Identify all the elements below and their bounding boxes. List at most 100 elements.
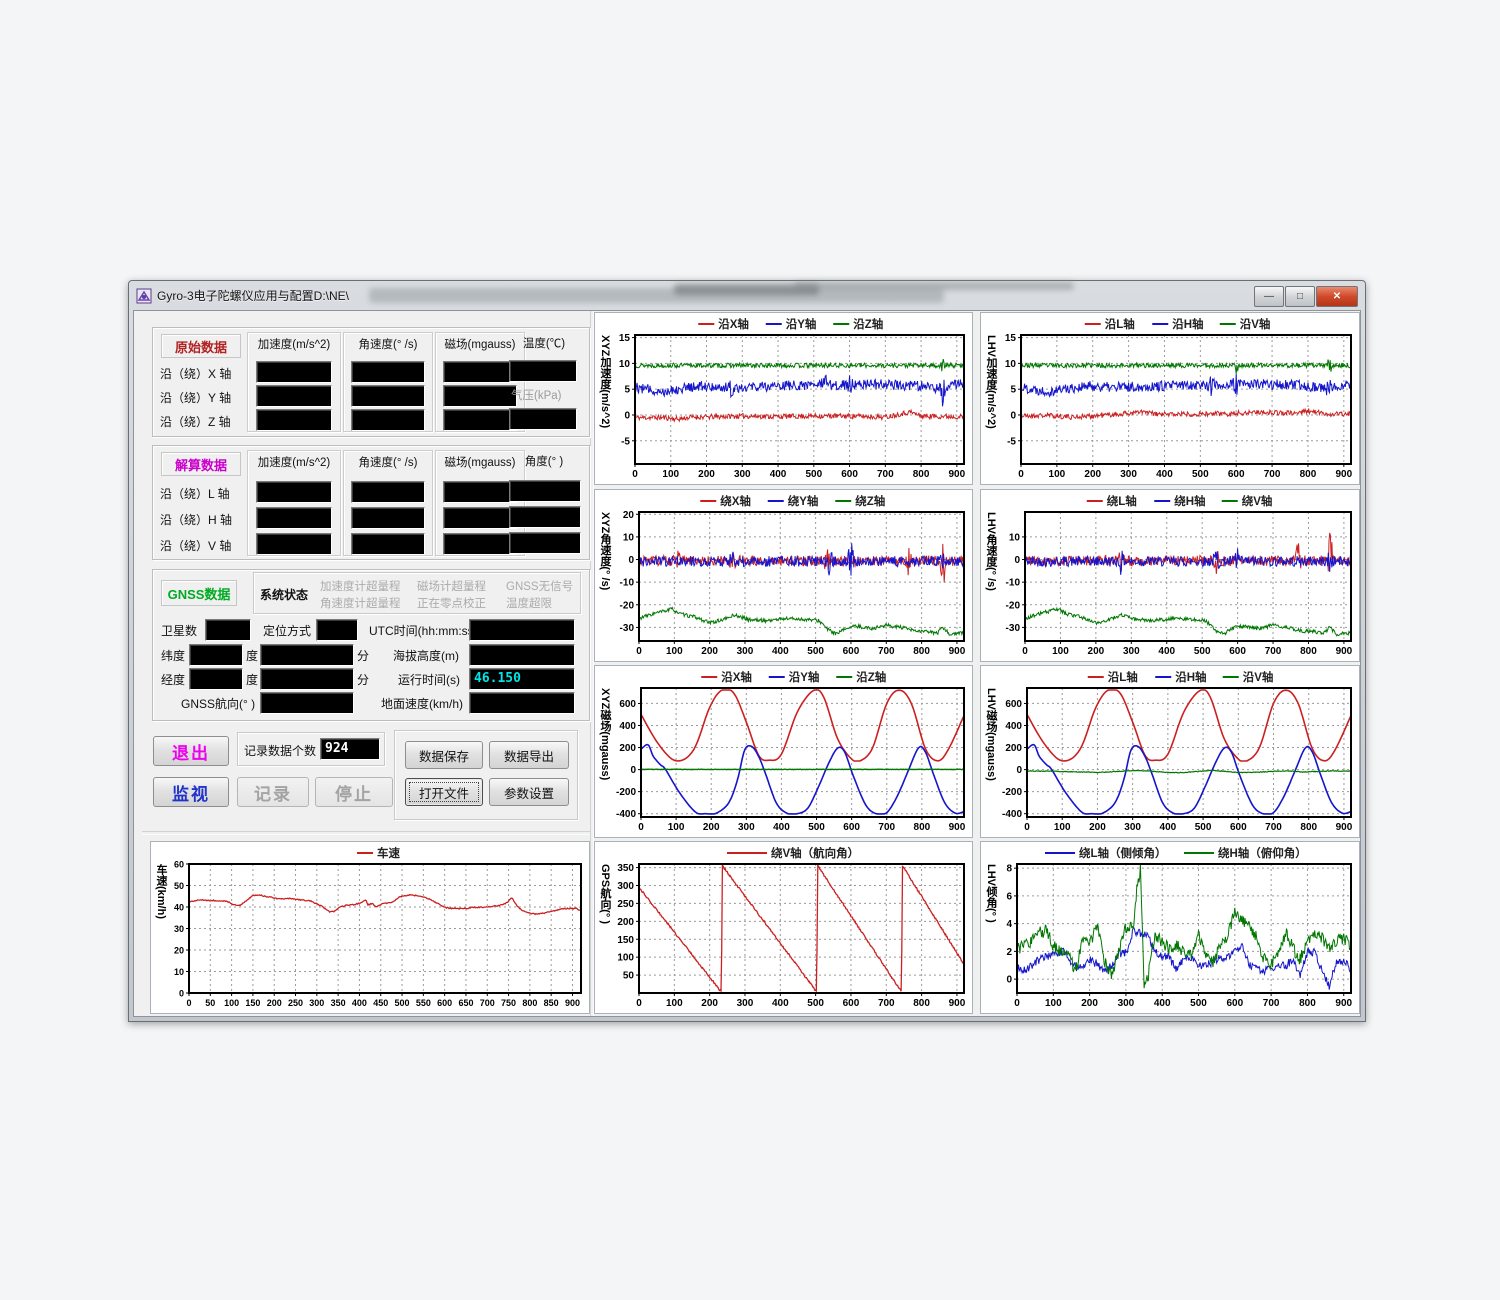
- horizontal-divider: [142, 831, 590, 835]
- minimize-button[interactable]: —: [1254, 286, 1284, 307]
- system-status-frame: 系统状态 加速度计超量程 磁场计超量程 GNSS无信号 角速度计超量程 正在零点…: [253, 572, 581, 614]
- svg-text:200: 200: [267, 998, 282, 1008]
- svg-text:-5: -5: [621, 436, 630, 447]
- y-axis-label: LHV倾角(° ): [983, 864, 999, 993]
- svg-text:600: 600: [619, 699, 636, 710]
- svg-text:50: 50: [623, 971, 635, 982]
- svg-text:-30: -30: [1006, 623, 1021, 634]
- svg-text:100: 100: [1049, 469, 1066, 480]
- altitude-value: [469, 644, 575, 666]
- window-title: Gyro-3电子陀螺仪应用与配置D:\NE\: [157, 287, 349, 304]
- svg-text:600: 600: [841, 469, 858, 480]
- svg-text:0: 0: [636, 998, 642, 1009]
- ground-speed-value: [469, 692, 575, 714]
- svg-text:0: 0: [638, 822, 644, 833]
- open-file-button[interactable]: 打开文件: [405, 778, 483, 806]
- svg-text:沿X轴: 沿X轴: [718, 317, 749, 331]
- save-data-button[interactable]: 数据保存: [405, 741, 483, 769]
- svg-text:350: 350: [617, 863, 634, 874]
- record-count-box: 924: [320, 738, 380, 760]
- close-button[interactable]: ✕: [1316, 286, 1358, 307]
- stop-button[interactable]: 停止: [315, 777, 393, 807]
- monitor-button[interactable]: 监视: [153, 777, 229, 807]
- title-blur-region: [794, 282, 1074, 290]
- svg-text:20: 20: [623, 510, 635, 521]
- svg-text:0: 0: [624, 410, 630, 421]
- svg-text:300: 300: [737, 998, 754, 1009]
- calc-gyro-h-value: [351, 507, 425, 529]
- svg-text:500: 500: [1192, 469, 1209, 480]
- raw-gyro-y-value: [351, 385, 425, 407]
- svg-text:10: 10: [174, 967, 184, 977]
- svg-text:500: 500: [1195, 822, 1212, 833]
- svg-text:300: 300: [1124, 822, 1141, 833]
- exit-button[interactable]: 退出: [153, 736, 229, 766]
- svg-text:900: 900: [949, 646, 966, 657]
- longitude-min-value: [260, 668, 354, 690]
- record-count-value: 924: [325, 741, 348, 756]
- calc-angle-v-value: [509, 532, 581, 554]
- svg-text:650: 650: [458, 998, 473, 1008]
- fix-mode-label: 定位方式: [263, 622, 311, 639]
- svg-text:500: 500: [807, 998, 824, 1009]
- maximize-button[interactable]: □: [1285, 286, 1315, 307]
- svg-text:200: 200: [617, 917, 634, 928]
- svg-text:900: 900: [1336, 822, 1353, 833]
- svg-text:沿L轴: 沿L轴: [1108, 670, 1138, 684]
- calc-row-h-label: 沿（绕）H 轴: [160, 511, 232, 528]
- svg-text:沿V轴: 沿V轴: [1243, 670, 1274, 684]
- svg-text:-400: -400: [616, 809, 636, 820]
- svg-text:50: 50: [174, 881, 184, 891]
- svg-text:0: 0: [630, 765, 636, 776]
- svg-text:沿V轴: 沿V轴: [1240, 317, 1271, 331]
- status-temp-overlimit: 温度超限: [506, 595, 552, 611]
- client-area: 原始数据 沿（绕）X 轴 沿（绕）Y 轴 沿（绕）Z 轴 加速度(m/s^2) …: [133, 310, 1361, 1017]
- svg-text:沿Z轴: 沿Z轴: [856, 670, 886, 684]
- svg-text:300: 300: [1120, 469, 1137, 480]
- fix-mode-value: [316, 619, 358, 641]
- svg-text:5: 5: [624, 385, 630, 396]
- calc-gyro-column: 角速度(° /s): [343, 450, 433, 556]
- y-axis-label: 车速(km/h): [153, 864, 169, 993]
- raw-row-y-label: 沿（绕）Y 轴: [160, 389, 231, 406]
- svg-text:700: 700: [1264, 469, 1281, 480]
- svg-text:300: 300: [738, 822, 755, 833]
- svg-text:600: 600: [1230, 822, 1247, 833]
- svg-text:400: 400: [773, 822, 790, 833]
- export-data-button[interactable]: 数据导出: [489, 741, 569, 769]
- svg-text:400: 400: [770, 469, 787, 480]
- svg-text:900: 900: [565, 998, 580, 1008]
- utc-time-label: UTC时间(hh:mm:ss): [369, 622, 478, 639]
- calc-angle-l-value: [509, 480, 581, 502]
- gnss-heading-value: [260, 692, 354, 714]
- param-settings-button[interactable]: 参数设置: [489, 778, 569, 806]
- calc-row-v-label: 沿（绕）V 轴: [160, 537, 231, 554]
- record-count-label: 记录数据个数: [244, 742, 316, 759]
- svg-text:0: 0: [1010, 410, 1016, 421]
- y-axis-label: LHV角速度(° /s): [983, 512, 999, 641]
- svg-text:400: 400: [352, 998, 367, 1008]
- file-buttons-frame: 数据保存 数据导出 打开文件 参数设置: [394, 730, 578, 820]
- svg-text:200: 200: [701, 998, 718, 1009]
- svg-text:0: 0: [1018, 469, 1024, 480]
- svg-text:15: 15: [1005, 333, 1017, 344]
- satellite-count-value: [205, 619, 251, 641]
- chart-xyz-gyro: 010020030040050060070080090020100-10-20-…: [594, 489, 973, 662]
- longitude-deg-value: [189, 668, 243, 690]
- svg-text:0: 0: [1014, 555, 1020, 566]
- y-axis-label: GPS航向(° ): [597, 864, 613, 993]
- chart-xyz-accel: 0100200300400500600700800900151050-5沿X轴沿…: [594, 312, 973, 485]
- raw-data-group: 原始数据 沿（绕）X 轴 沿（绕）Y 轴 沿（绕）Z 轴 加速度(m/s^2) …: [152, 327, 590, 437]
- svg-text:700: 700: [878, 998, 895, 1009]
- svg-text:沿H轴: 沿H轴: [1172, 317, 1203, 331]
- temp-value: [509, 360, 577, 382]
- gnss-data-label: GNSS数据: [161, 580, 237, 606]
- svg-text:-200: -200: [1002, 787, 1022, 798]
- svg-text:800: 800: [914, 822, 931, 833]
- titlebar[interactable]: Gyro-3电子陀螺仪应用与配置D:\NE\ — □ ✕: [129, 281, 1365, 310]
- svg-text:0: 0: [179, 989, 184, 999]
- calc-row-l-label: 沿（绕）L 轴: [160, 485, 230, 502]
- utc-time-value: [469, 619, 575, 641]
- satellite-count-label: 卫星数: [161, 622, 197, 639]
- record-button[interactable]: 记录: [237, 777, 309, 807]
